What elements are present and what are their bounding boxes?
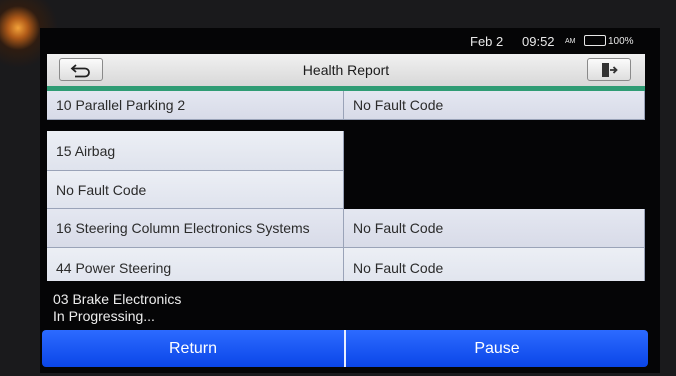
status-cell-16: No Fault Code	[344, 209, 645, 248]
battery-icon	[584, 35, 606, 46]
module-cell-16[interactable]: 16 Steering Column Electronics Systems	[47, 209, 344, 248]
scan-progress: 03 Brake Electronics In Progressing...	[53, 291, 181, 325]
status-cell-44: No Fault Code	[344, 248, 645, 281]
battery-percent: 100%	[608, 36, 634, 47]
status-ampm: AM	[565, 38, 576, 45]
back-arrow-icon	[70, 63, 90, 77]
current-module-label: 03 Brake Electronics	[53, 291, 182, 307]
status-date: Feb 2	[470, 34, 504, 49]
back-button[interactable]	[59, 58, 103, 81]
module-cell-15[interactable]: 15 Airbag	[47, 131, 344, 171]
progress-state-label: In Progressing...	[53, 308, 155, 324]
status-time: 09:52	[522, 34, 555, 49]
status-cell-15: No Fault Code	[47, 171, 344, 209]
health-report-list[interactable]: 10 Parallel Parking 2 No Fault Code 15 A…	[47, 91, 645, 281]
device-screen: Feb 2 09:52 AM 100% Health Report 10 Par…	[40, 28, 660, 373]
exit-button[interactable]	[587, 58, 631, 81]
status-cell-10: No Fault Code	[344, 91, 645, 120]
pause-button[interactable]: Pause	[346, 330, 648, 367]
module-cell-44[interactable]: 44 Power Steering	[47, 248, 344, 281]
module-cell-10[interactable]: 10 Parallel Parking 2	[47, 91, 344, 120]
exit-door-icon	[602, 62, 618, 77]
bottom-action-bar: Return Pause	[42, 330, 648, 367]
status-bar: Feb 2 09:52 AM 100%	[40, 28, 660, 54]
return-button[interactable]: Return	[42, 330, 344, 367]
page-title: Health Report	[302, 62, 390, 78]
title-bar: Health Report	[47, 54, 645, 86]
